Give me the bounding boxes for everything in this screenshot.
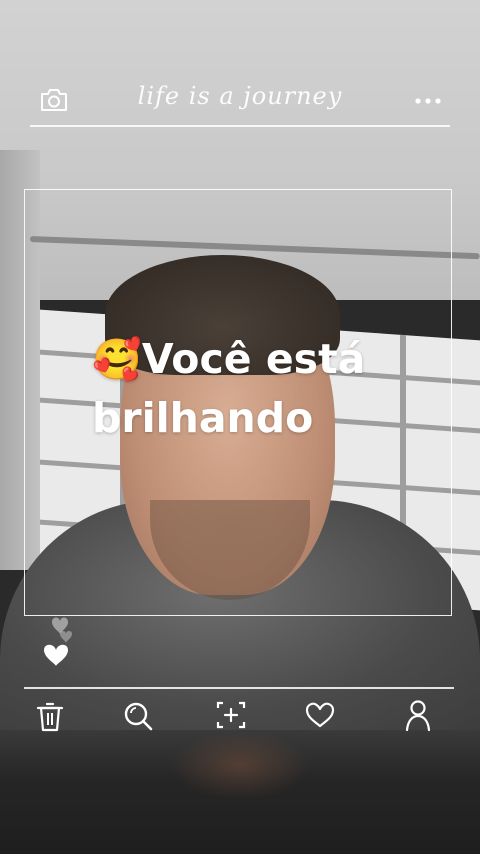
heart-outline-icon[interactable] [304, 698, 336, 732]
trash-icon[interactable] [34, 698, 66, 732]
smiling-hearts-emoji: 🥰 [92, 337, 142, 383]
more-dots-icon[interactable] [413, 94, 443, 108]
bottom-divider [24, 687, 454, 689]
profile-icon[interactable] [402, 698, 434, 732]
camera-icon[interactable] [38, 86, 70, 114]
caption-line-1: Você está [141, 335, 366, 383]
caption-text: 🥰Você está brilhando [92, 330, 412, 447]
overlay-title: life is a journey [137, 82, 343, 110]
caption-line-2: brilhando [92, 394, 314, 442]
add-frame-icon[interactable] [215, 698, 247, 732]
bottom-blur-area [0, 730, 480, 854]
heart-icon[interactable] [38, 608, 78, 668]
top-divider [30, 125, 450, 127]
search-icon[interactable] [122, 698, 154, 732]
